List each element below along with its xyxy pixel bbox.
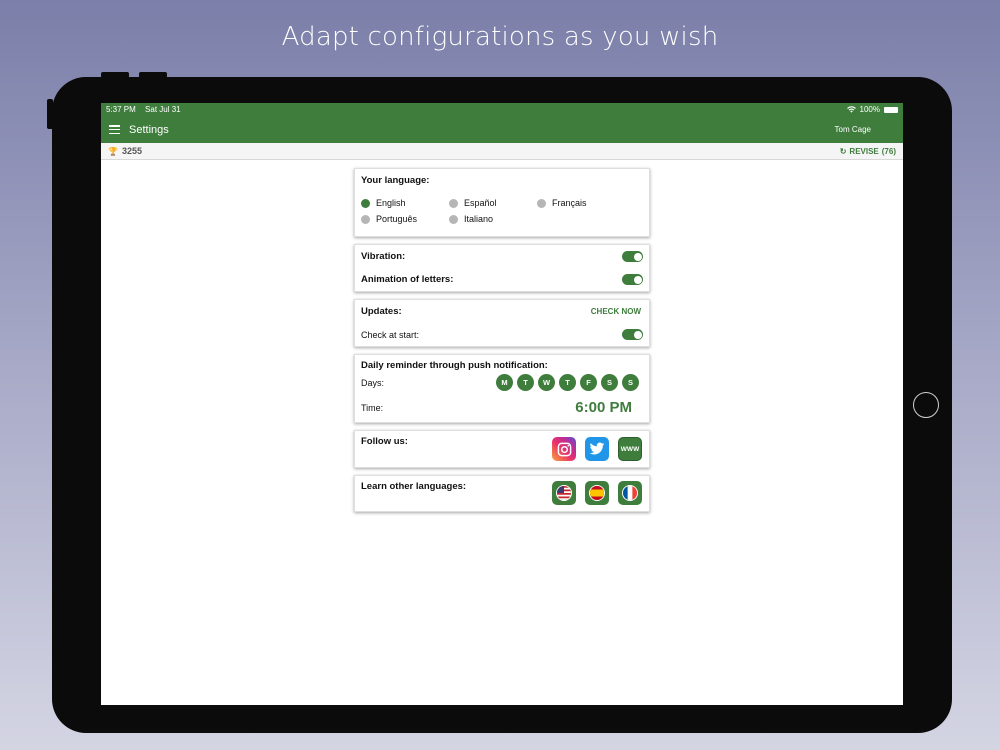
- status-time: 5:37 PM: [106, 105, 136, 114]
- user-name[interactable]: Tom Cage: [835, 125, 871, 134]
- learn-title: Learn other languages:: [361, 481, 467, 492]
- days-label: Days:: [361, 377, 385, 388]
- day-toggle-thursday[interactable]: T: [559, 374, 576, 391]
- score-value: 3255: [121, 146, 142, 156]
- check-at-start-label: Check at start:: [361, 329, 420, 340]
- time-label: Time:: [361, 402, 384, 413]
- language-label: Español: [464, 198, 497, 208]
- day-toggle-monday[interactable]: M: [496, 374, 513, 391]
- status-date: Sat Jul 31: [145, 105, 181, 114]
- updates-title: Updates:: [361, 306, 402, 317]
- animation-label: Animation of letters:: [361, 274, 454, 285]
- refresh-icon: ↻: [839, 146, 847, 156]
- reminder-title: Daily reminder through push notification…: [361, 360, 548, 371]
- check-at-start-toggle[interactable]: [622, 329, 643, 340]
- day-toggle-tuesday[interactable]: T: [517, 374, 534, 391]
- vibration-toggle[interactable]: [622, 251, 643, 262]
- learn-card: Learn other languages:: [354, 475, 650, 512]
- day-picker: M T W T F S S: [496, 374, 639, 391]
- wifi-icon: [846, 106, 856, 113]
- language-option-italiano[interactable]: Italiano: [449, 214, 537, 224]
- vibration-label: Vibration:: [361, 251, 406, 262]
- promo-title: Adapt configurations as you wish: [281, 22, 719, 52]
- animation-toggle[interactable]: [622, 274, 643, 285]
- day-toggle-wednesday[interactable]: W: [538, 374, 555, 391]
- day-toggle-saturday[interactable]: S: [601, 374, 618, 391]
- language-label: English: [376, 198, 406, 208]
- radio-icon: [449, 214, 458, 224]
- revise-label: REVISE: [849, 146, 879, 156]
- language-label: Italiano: [464, 214, 494, 224]
- revise-button[interactable]: ↻ REVISE (76): [840, 147, 896, 156]
- menu-icon[interactable]: [109, 125, 120, 134]
- language-card: Your language: English Español Français …: [354, 168, 650, 237]
- follow-card: Follow us: WWW: [354, 430, 650, 468]
- battery-icon: [884, 106, 898, 113]
- language-label: Português: [376, 214, 418, 224]
- trophy-icon: 🏆: [108, 146, 118, 156]
- revise-count: (76): [881, 146, 896, 156]
- day-toggle-friday[interactable]: F: [580, 374, 597, 391]
- radio-selected-icon: [361, 198, 370, 208]
- app-screen: 5:37 PM Sat Jul 31 100% Settings Tom Cag…: [101, 103, 903, 705]
- settings-list: Your language: English Español Français …: [354, 168, 650, 519]
- language-label: Français: [552, 198, 587, 208]
- updates-card: Updates: CHECK NOW Check at start:: [354, 299, 650, 347]
- follow-title: Follow us:: [361, 436, 408, 447]
- app-bar: Settings Tom Cage: [101, 116, 903, 143]
- vibration-card: Vibration: Animation of letters:: [354, 244, 650, 292]
- page-title: Settings: [129, 123, 169, 136]
- language-option-espanol[interactable]: Español: [449, 198, 537, 208]
- day-toggle-sunday[interactable]: S: [622, 374, 639, 391]
- radio-icon: [361, 214, 370, 224]
- radio-icon: [537, 198, 546, 208]
- reminder-time[interactable]: 6:00 PM: [575, 399, 632, 416]
- home-button[interactable]: [913, 392, 939, 418]
- reminder-card: Daily reminder through push notification…: [354, 354, 650, 423]
- battery-percent: 100%: [859, 105, 880, 114]
- language-option-english[interactable]: English: [361, 198, 449, 208]
- score-bar: 🏆 3255 ↻ REVISE (76): [101, 143, 903, 160]
- check-now-button[interactable]: CHECK NOW: [591, 307, 641, 316]
- france-flag-icon[interactable]: [618, 481, 642, 505]
- www-icon[interactable]: WWW: [618, 437, 642, 461]
- twitter-icon[interactable]: [585, 437, 609, 461]
- radio-icon: [449, 198, 458, 208]
- spain-flag-icon[interactable]: [585, 481, 609, 505]
- status-bar: 5:37 PM Sat Jul 31 100%: [101, 103, 903, 116]
- language-option-francais[interactable]: Français: [537, 198, 625, 208]
- us-flag-icon[interactable]: [552, 481, 576, 505]
- language-option-portugues[interactable]: Português: [361, 214, 449, 224]
- instagram-icon[interactable]: [552, 437, 576, 461]
- language-title: Your language:: [361, 175, 430, 186]
